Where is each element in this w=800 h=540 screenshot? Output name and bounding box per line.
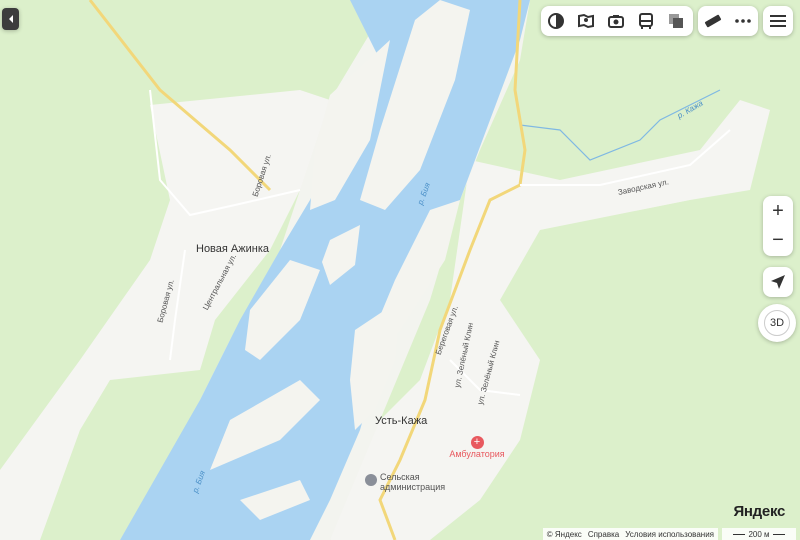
menu-button[interactable]: [763, 6, 793, 36]
collapse-panel-button[interactable]: [2, 8, 19, 30]
hamburger-menu-icon: [770, 15, 786, 27]
ruler-button[interactable]: [698, 6, 728, 36]
panorama-button[interactable]: [571, 6, 601, 36]
poi-label: Амбулатория: [449, 449, 505, 459]
poi-ambulatoriya[interactable]: + Амбулатория: [447, 436, 507, 459]
transport-button[interactable]: [631, 6, 661, 36]
photo-button[interactable]: [601, 6, 631, 36]
layers-icon: [548, 13, 564, 29]
zoom-out-button[interactable]: −: [763, 226, 793, 256]
panorama-icon: [578, 13, 594, 29]
map-tools: [698, 6, 758, 36]
poi-administration[interactable]: Сельская администрация: [365, 472, 445, 492]
terms-link[interactable]: Условия использования: [625, 530, 714, 539]
hospital-icon: +: [470, 436, 484, 449]
map-footer: © Яндекс Справка Условия использования: [542, 528, 718, 540]
poi-label: Сельская администрация: [380, 472, 446, 492]
chevron-left-icon: [8, 15, 13, 23]
3d-label: 3D: [764, 310, 790, 336]
yandex-logo: Яндекс: [733, 503, 785, 520]
settlement-label-ust-kazha: Усть-Кажа: [375, 415, 428, 427]
map-toolbar: [541, 6, 693, 36]
map-layers-icon: [669, 14, 683, 28]
geolocation-button[interactable]: [763, 267, 793, 297]
copyright-link[interactable]: © Яндекс: [547, 530, 582, 539]
more-dots-icon: [735, 19, 751, 23]
map-layers-button[interactable]: [661, 6, 691, 36]
help-link[interactable]: Справка: [588, 530, 619, 539]
bus-transport-icon: [639, 13, 653, 29]
scale-bar: 200 м: [722, 528, 796, 540]
zoom-in-button[interactable]: +: [763, 196, 793, 226]
scale-line: [733, 533, 746, 535]
layers-button[interactable]: [541, 6, 571, 36]
navigation-arrow-icon: [771, 275, 785, 289]
more-button[interactable]: [728, 6, 758, 36]
ruler-icon: [704, 14, 722, 28]
photo-camera-icon: [608, 15, 624, 28]
scale-label: 200 м: [748, 529, 770, 539]
3d-toggle-button[interactable]: 3D: [758, 304, 796, 342]
map-canvas[interactable]: [0, 0, 800, 540]
zoom-controls: + −: [763, 196, 793, 256]
admin-building-icon: [365, 474, 377, 486]
scale-line: [772, 533, 785, 535]
